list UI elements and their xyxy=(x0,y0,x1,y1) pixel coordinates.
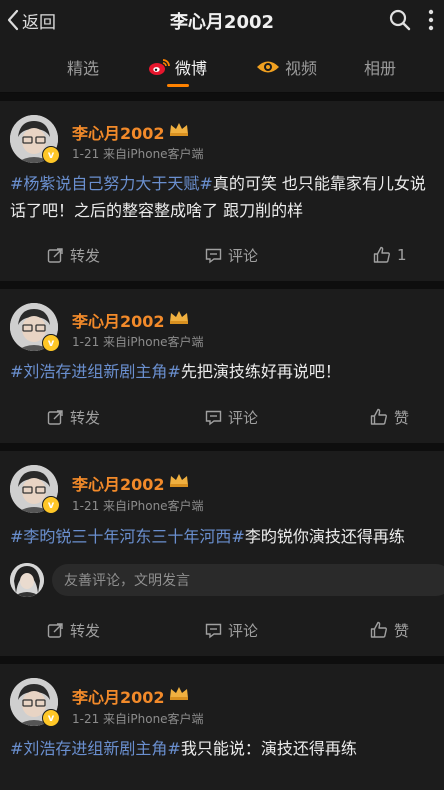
post-card[interactable]: v 李心月2002 1-21 来自iPhone客户端 #杨紫说自己努力大于天赋#… xyxy=(0,101,444,281)
like-count: 1 xyxy=(397,246,407,264)
tab-weibo[interactable]: 微博 xyxy=(148,56,207,78)
like-button[interactable]: 1 xyxy=(373,243,407,267)
video-eye-icon xyxy=(257,61,279,73)
post-meta: 1-21 来自iPhone客户端 xyxy=(72,335,204,349)
quick-comment: 友善评论，文明发言 xyxy=(0,563,444,599)
comment-icon xyxy=(205,248,222,263)
repost-button[interactable]: 转发 xyxy=(47,405,100,429)
post-meta: 1-21 来自iPhone客户端 xyxy=(72,712,204,726)
search-icon[interactable] xyxy=(388,8,412,32)
like-button[interactable]: 赞 xyxy=(370,618,409,642)
tab-featured[interactable]: 精选 xyxy=(67,56,99,78)
comment-button[interactable]: 评论 xyxy=(205,618,258,642)
hashtag-link[interactable]: #刘浩存进组新剧主角# xyxy=(10,739,181,758)
post-text: #刘浩存进组新剧主角#先把演技练好再说吧！ xyxy=(10,358,440,385)
repost-icon xyxy=(47,247,63,263)
post-meta: 1-21 来自iPhone客户端 xyxy=(72,147,204,161)
comment-input[interactable]: 友善评论，文明发言 xyxy=(52,564,444,596)
post-actions: 转发 评论 1 xyxy=(0,243,444,267)
verified-badge-icon: v xyxy=(42,334,60,352)
post-body: 先把演技练好再说吧！ xyxy=(180,362,341,381)
crown-icon xyxy=(170,687,188,700)
verified-badge-icon: v xyxy=(42,146,60,164)
tab-label: 精选 xyxy=(67,59,100,78)
post-text: #李昀锐三十年河东三十年河西#李昀锐你演技还得再练 xyxy=(10,523,440,550)
comment-icon xyxy=(205,623,222,638)
post-text: #刘浩存进组新剧主角#我只能说：演技还得再练 xyxy=(10,735,440,762)
comment-icon xyxy=(205,410,222,425)
tab-album[interactable]: 相册 xyxy=(364,56,396,78)
tab-label: 视频 xyxy=(285,59,318,78)
repost-label: 转发 xyxy=(70,621,101,640)
username[interactable]: 李心月2002 xyxy=(72,308,165,332)
post-body: 我只能说：演技还得再练 xyxy=(180,739,357,758)
post-actions: 转发 评论 赞 xyxy=(0,405,444,429)
hashtag-link[interactable]: #刘浩存进组新剧主角# xyxy=(10,362,181,381)
post-card[interactable]: v 李心月2002 1-21 来自iPhone客户端 #刘浩存进组新剧主角#先把… xyxy=(0,289,444,443)
profile-tabs: 精选 微博 视频 相册 xyxy=(0,40,444,93)
username[interactable]: 李心月2002 xyxy=(72,684,165,708)
commenter-avatar xyxy=(10,563,44,597)
post-meta: 1-21 来自iPhone客户端 xyxy=(72,499,204,513)
tab-label: 相册 xyxy=(364,59,397,78)
verified-badge-icon: v xyxy=(42,496,60,514)
thumbs-up-icon xyxy=(370,621,387,638)
like-label: 赞 xyxy=(394,408,410,427)
crown-icon xyxy=(170,123,188,136)
divider xyxy=(0,93,444,101)
divider xyxy=(0,443,444,451)
like-label: 赞 xyxy=(394,621,410,640)
hashtag-link[interactable]: #李昀锐三十年河东三十年河西# xyxy=(10,527,245,546)
comment-button[interactable]: 评论 xyxy=(205,243,258,267)
weibo-icon xyxy=(149,59,170,75)
comment-button[interactable]: 评论 xyxy=(205,405,258,429)
active-tab-indicator xyxy=(167,84,189,87)
thumbs-up-icon xyxy=(373,246,390,263)
repost-label: 转发 xyxy=(70,408,101,427)
repost-label: 转发 xyxy=(70,246,101,265)
tab-label: 微博 xyxy=(175,59,208,78)
top-bar: 返回 李心月2002 xyxy=(0,0,444,40)
comment-label: 评论 xyxy=(228,621,259,640)
post-body: 李昀锐你演技还得再练 xyxy=(244,527,405,546)
verified-badge-icon: v xyxy=(42,709,60,727)
comment-label: 评论 xyxy=(228,246,259,265)
post-card[interactable]: v 李心月2002 1-21 来自iPhone客户端 #李昀锐三十年河东三十年河… xyxy=(0,451,444,656)
repost-icon xyxy=(47,622,63,638)
crown-icon xyxy=(170,474,188,487)
post-card[interactable]: v 李心月2002 1-21 来自iPhone客户端 #刘浩存进组新剧主角#我只… xyxy=(0,664,444,790)
username[interactable]: 李心月2002 xyxy=(72,120,165,144)
tab-video[interactable]: 视频 xyxy=(256,56,317,78)
username[interactable]: 李心月2002 xyxy=(72,471,165,495)
repost-icon xyxy=(47,409,63,425)
comment-label: 评论 xyxy=(228,408,259,427)
commenter-avatar-image xyxy=(10,563,44,597)
hashtag-link[interactable]: #杨紫说自己努力大于天赋# xyxy=(10,174,213,193)
crown-icon xyxy=(170,311,188,324)
more-icon[interactable] xyxy=(420,8,442,32)
thumbs-up-icon xyxy=(370,408,387,425)
divider xyxy=(0,281,444,289)
post-text: #杨紫说自己努力大于天赋#真的可笑 也只能靠家有儿女说话了吧！之后的整容整成啥了… xyxy=(10,170,440,224)
page-title: 李心月2002 xyxy=(169,12,275,33)
divider xyxy=(0,656,444,664)
post-actions: 转发 评论 赞 xyxy=(0,618,444,642)
like-button[interactable]: 赞 xyxy=(370,405,409,429)
repost-button[interactable]: 转发 xyxy=(47,243,100,267)
repost-button[interactable]: 转发 xyxy=(47,618,100,642)
